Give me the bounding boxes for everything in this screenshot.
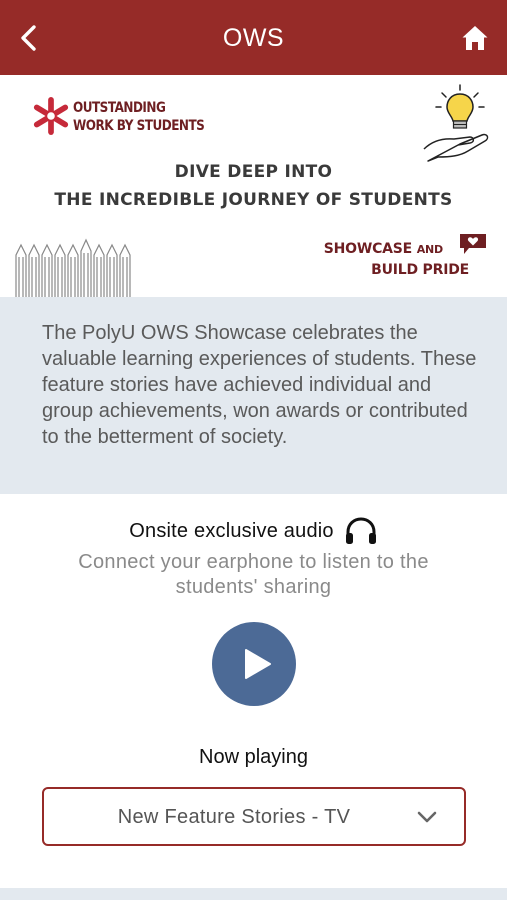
- showcase-line-1: SHOWCASE AND: [324, 239, 469, 260]
- logo-line-2: WORK BY STUDENTS: [73, 118, 205, 134]
- app-header: OWS: [0, 0, 507, 75]
- logo-line-1: OUTSTANDING: [73, 100, 166, 116]
- audio-title: Onsite exclusive audio: [129, 519, 334, 542]
- page-title: OWS: [222, 24, 285, 52]
- intro-panel: The PolyU OWS Showcase celebrates the va…: [0, 297, 507, 494]
- bottom-panel-edge: [0, 888, 507, 900]
- track-select-dropdown[interactable]: New Feature Stories - TV: [42, 787, 466, 846]
- headline-line-2: THE INCREDIBLE JOURNEY OF STUDENTS: [54, 190, 453, 210]
- lightbulb-hand-icon: [423, 84, 489, 162]
- showcase-and-word: AND: [416, 243, 443, 256]
- showcase-word: SHOWCASE: [323, 241, 413, 257]
- chevron-down-icon: [417, 811, 437, 823]
- audio-title-row: Onsite exclusive audio: [0, 516, 507, 546]
- ows-banner: OUTSTANDING WORK BY STUDENTS DIVE DEEP I…: [0, 75, 507, 297]
- headphones-icon: [345, 517, 376, 544]
- play-icon: [244, 649, 271, 679]
- intro-text: The PolyU OWS Showcase celebrates the va…: [42, 322, 477, 448]
- ows-logo-text: OUTSTANDING WORK BY STUDENTS: [73, 99, 205, 135]
- banner-headline: DIVE DEEP INTO THE INCREDIBLE JOURNEY OF…: [0, 158, 507, 214]
- audio-section: Onsite exclusive audio Connect your earp…: [0, 494, 507, 890]
- selected-track: New Feature Stories - TV: [117, 806, 351, 828]
- play-button[interactable]: [212, 622, 296, 706]
- showcase-tagline: SHOWCASE AND BUILD PRIDE: [324, 239, 469, 280]
- home-icon[interactable]: [461, 24, 489, 52]
- ows-logo-star-icon: [33, 97, 69, 135]
- showcase-line-2: BUILD PRIDE: [371, 262, 469, 278]
- pencils-illustration: [15, 238, 131, 297]
- headline-line-1: DIVE DEEP INTO: [174, 162, 333, 182]
- audio-subtitle: Connect your earphone to listen to the s…: [78, 551, 429, 598]
- now-playing-label: Now playing: [199, 746, 308, 768]
